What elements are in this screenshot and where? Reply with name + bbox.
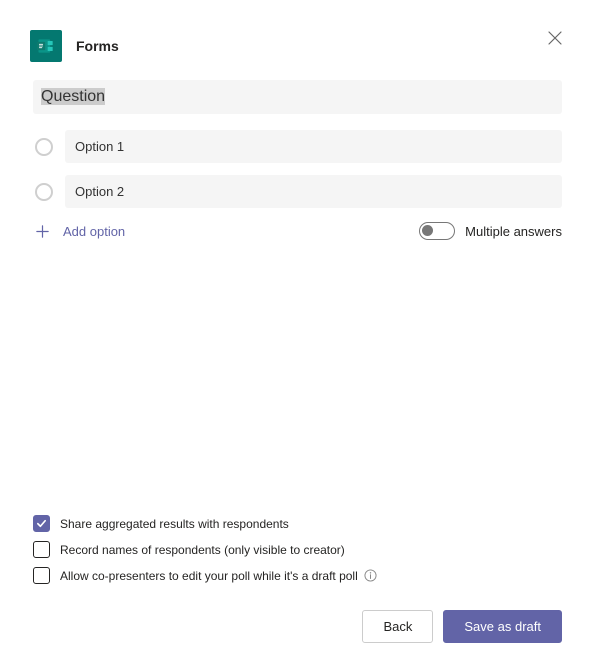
- close-icon: [548, 31, 562, 45]
- options-footer: Add option Multiple answers: [33, 222, 562, 240]
- multiple-answers-toggle[interactable]: [419, 222, 455, 240]
- toggle-knob: [422, 225, 433, 236]
- add-option-button[interactable]: Add option: [33, 222, 125, 240]
- option-input[interactable]: [65, 130, 562, 163]
- question-placeholder-text: Question: [41, 88, 105, 105]
- close-button[interactable]: [545, 28, 565, 48]
- setting-share-results: Share aggregated results with respondent…: [33, 515, 562, 532]
- app-title: Forms: [76, 38, 119, 54]
- multiple-answers-label: Multiple answers: [465, 224, 562, 239]
- radio-icon: [35, 183, 53, 201]
- add-option-label: Add option: [63, 224, 125, 239]
- option-row: [33, 130, 562, 163]
- option-input[interactable]: [65, 175, 562, 208]
- forms-logo-icon: [30, 30, 62, 62]
- plus-icon: [35, 222, 63, 240]
- setting-label: Share aggregated results with respondent…: [60, 517, 289, 531]
- option-row: [33, 175, 562, 208]
- setting-allow-copresenters: Allow co-presenters to edit your poll wh…: [33, 567, 562, 584]
- info-icon[interactable]: [364, 569, 378, 583]
- checkbox-allow-copresenters[interactable]: [33, 567, 50, 584]
- setting-record-names: Record names of respondents (only visibl…: [33, 541, 562, 558]
- dialog-footer: Back Save as draft: [362, 610, 562, 643]
- setting-label: Record names of respondents (only visibl…: [60, 543, 345, 557]
- save-as-draft-button[interactable]: Save as draft: [443, 610, 562, 643]
- multiple-answers-setting: Multiple answers: [419, 222, 562, 240]
- checkmark-icon: [36, 518, 47, 529]
- checkbox-share-results[interactable]: [33, 515, 50, 532]
- setting-label: Allow co-presenters to edit your poll wh…: [60, 569, 358, 583]
- back-button[interactable]: Back: [362, 610, 433, 643]
- question-input[interactable]: Question: [33, 80, 562, 114]
- checkbox-record-names[interactable]: [33, 541, 50, 558]
- form-content: Question Add option Multiple answers: [0, 80, 595, 240]
- settings-section: Share aggregated results with respondent…: [33, 515, 562, 593]
- radio-icon: [35, 138, 53, 156]
- dialog-header: Forms: [0, 0, 595, 80]
